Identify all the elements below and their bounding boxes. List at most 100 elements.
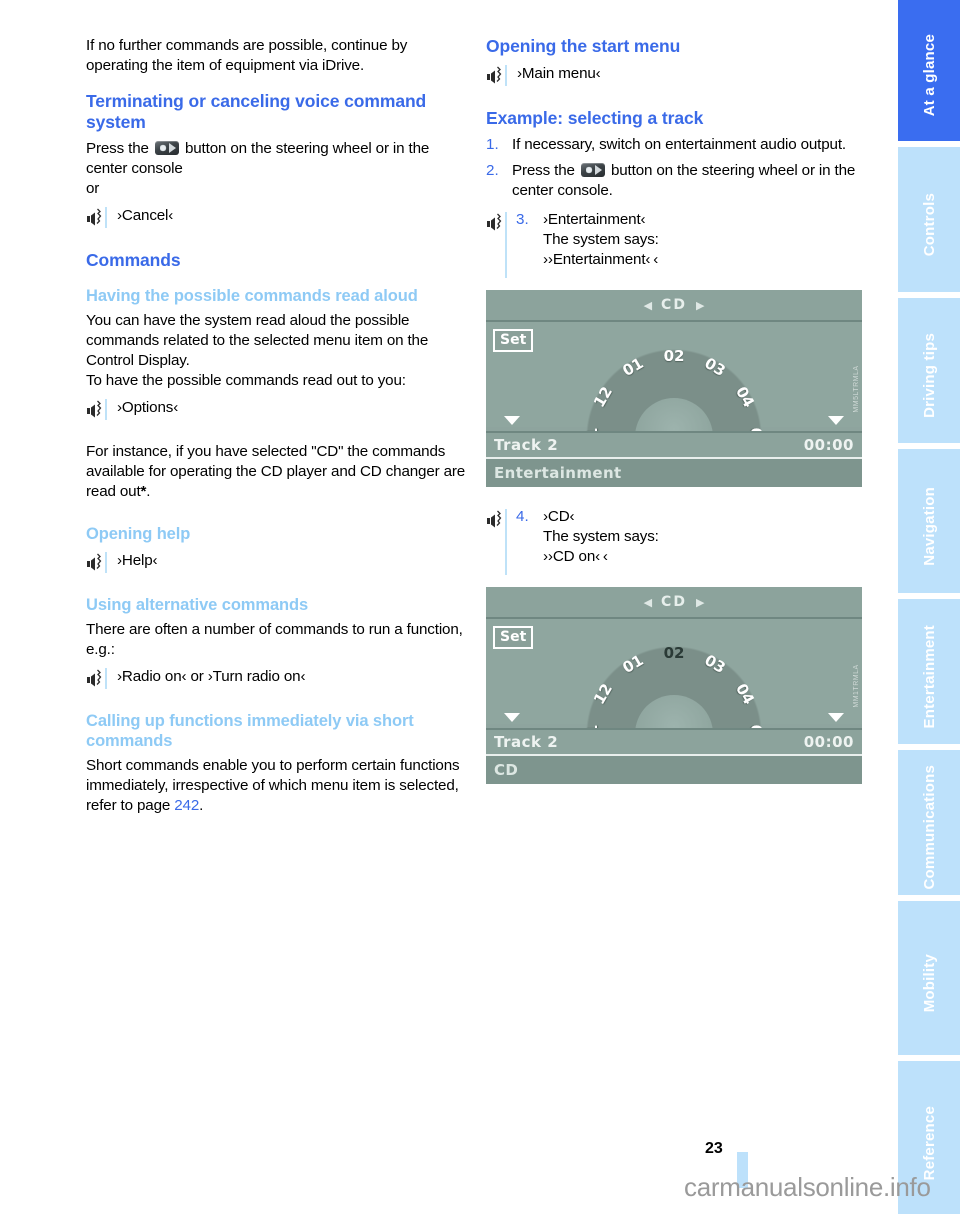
read-aloud-para-2: To have the possible commands read out t… — [86, 372, 406, 389]
command-main-menu: ›Main menu‹ — [486, 64, 866, 86]
command-cancel: ›Cancel‹ — [86, 206, 466, 228]
track-dial[interactable]: 11120102030405 — [571, 334, 777, 487]
heading-example-track: Example: selecting a track — [486, 108, 704, 128]
voice-button-icon — [154, 141, 179, 155]
step-command: ›Entertainment‹ — [543, 211, 646, 228]
heading-opening-help: Opening help — [86, 525, 191, 543]
voice-command-icon — [486, 212, 507, 278]
press-prefix: Press the — [86, 140, 149, 157]
heading-terminating: Terminating or canceling voice command s… — [86, 91, 427, 132]
tab-label: Navigation — [920, 486, 938, 566]
next-arrow-icon[interactable]: ▶ — [696, 299, 704, 312]
track-label: Track 2 — [494, 436, 559, 454]
read-aloud-para-3: For instance, if you have selected "CD" … — [86, 442, 466, 502]
display-top-label: CD — [661, 297, 687, 313]
manual-page: If no further commands are possible, con… — [0, 0, 960, 1220]
track-dial[interactable]: 11120102030405 — [571, 631, 777, 784]
step-4: 4. ›CD‹ The system says: ››CD on‹ ‹ — [486, 507, 866, 575]
right-column: Opening the start menu ›Main menu‹ Examp… — [486, 36, 866, 784]
tab-label: Communications — [920, 765, 938, 890]
step-text: ›CD‹ The system says: ››CD on‹ ‹ — [543, 507, 866, 567]
heading-short-commands: Calling up functions immediately via sho… — [86, 712, 414, 750]
read-aloud-para-1: You can have the system read aloud the p… — [86, 312, 429, 369]
tab-label: At a glance — [920, 34, 938, 117]
period: . — [146, 483, 151, 500]
set-button[interactable]: Set — [493, 329, 534, 352]
tab-communications[interactable]: Communications — [898, 750, 960, 896]
page-reference-link[interactable]: 242 — [174, 797, 199, 814]
step-3: 3. ›Entertainment‹ The system says: ››En… — [486, 210, 866, 278]
next-arrow-icon[interactable]: ▶ — [696, 596, 704, 609]
tab-mobility[interactable]: Mobility — [898, 901, 960, 1056]
system-says-text: ››Entertainment‹ ‹ — [543, 251, 659, 268]
tab-at-a-glance[interactable]: At a glance — [898, 0, 960, 141]
command-text: ›Main menu‹ — [517, 65, 601, 82]
voice-command-icon — [86, 207, 107, 228]
command-text: ›Options‹ — [117, 399, 179, 416]
step-text: Press the button on the steering wheel o… — [512, 161, 866, 201]
dial-left-caret-icon — [504, 713, 520, 722]
step-number: 1. — [486, 136, 499, 153]
dial-right-caret-icon — [828, 416, 844, 425]
period: . — [199, 797, 204, 814]
heading-commands: Commands — [86, 250, 181, 270]
step-command: ›CD‹ — [543, 508, 575, 525]
figure-code: MM5LTRMLA — [853, 364, 860, 413]
command-text: ›Cancel‹ — [117, 207, 174, 224]
status-text: Entertainment — [494, 464, 622, 482]
display-statusbar: CD — [486, 756, 862, 784]
left-column: If no further commands are possible, con… — [86, 36, 466, 816]
dial-right-caret-icon — [828, 713, 844, 722]
alternative-para: There are often a number of commands to … — [86, 621, 463, 658]
figure-code: MM1TRMLA — [853, 663, 860, 708]
display-trackbar: Track 2 00:00 — [486, 728, 862, 756]
tab-navigation[interactable]: Navigation — [898, 448, 960, 594]
heading-start-menu: Opening the start menu — [486, 36, 681, 56]
track-time: 00:00 — [803, 733, 854, 751]
display-trackbar: Track 2 00:00 — [486, 431, 862, 459]
track-label: Track 2 — [494, 733, 559, 751]
tab-driving-tips[interactable]: Driving tips — [898, 297, 960, 443]
step-text: If necessary, switch on entertainment au… — [512, 136, 846, 153]
display-stage: Set 11120102030405 — [486, 322, 862, 487]
voice-button-icon — [580, 163, 605, 177]
idrive-display-cd: ◀ CD ▶ Set 11120102030405 Track 2 00:00 … — [486, 587, 862, 784]
display-topbar: ◀ CD ▶ — [486, 290, 862, 322]
or-text: or — [86, 180, 100, 197]
step-1: 1. If necessary, switch on entertainment… — [486, 135, 866, 155]
track-time: 00:00 — [803, 436, 854, 454]
display-statusbar: Entertainment — [486, 459, 862, 487]
set-button[interactable]: Set — [493, 626, 534, 649]
step-2: 2. Press the button on the steering whee… — [486, 161, 866, 201]
dial-track-number[interactable]: 02 — [664, 644, 685, 662]
command-help: ›Help‹ — [86, 551, 466, 573]
display-stage: Set 11120102030405 — [486, 619, 862, 784]
tab-label: Mobility — [920, 954, 938, 1013]
dial-track-number[interactable]: 02 — [664, 347, 685, 365]
step-prefix: Press the — [512, 162, 575, 179]
system-says-text: ››CD on‹ ‹ — [543, 548, 608, 565]
tab-entertainment[interactable]: Entertainment — [898, 599, 960, 745]
step-number: 3. — [516, 211, 529, 228]
prev-arrow-icon[interactable]: ◀ — [644, 596, 652, 609]
tab-controls[interactable]: Controls — [898, 146, 960, 292]
heading-alternative-commands: Using alternative commands — [86, 596, 309, 614]
tab-label: Reference — [920, 1105, 938, 1180]
voice-command-icon — [86, 552, 107, 573]
status-text: CD — [494, 761, 519, 779]
tab-label: Driving tips — [920, 332, 938, 418]
command-radio-on: ›Radio on‹ or ›Turn radio on‹ — [86, 667, 466, 689]
step-number: 4. — [516, 508, 529, 525]
command-text: ›Help‹ — [117, 552, 158, 569]
short-commands-text: Short commands enable you to perform cer… — [86, 757, 460, 814]
voice-command-icon — [86, 668, 107, 689]
tab-label: Entertainment — [920, 625, 938, 729]
short-commands-para: Short commands enable you to perform cer… — [86, 756, 466, 816]
voice-command-icon — [86, 399, 107, 420]
step-text: ›Entertainment‹ The system says: ››Enter… — [543, 210, 866, 270]
display-topbar: ◀ CD ▶ — [486, 587, 862, 619]
watermark-text: carmanualsonline.info — [684, 1172, 931, 1202]
tab-label: Controls — [920, 192, 938, 256]
display-top-label: CD — [661, 594, 687, 610]
prev-arrow-icon[interactable]: ◀ — [644, 299, 652, 312]
